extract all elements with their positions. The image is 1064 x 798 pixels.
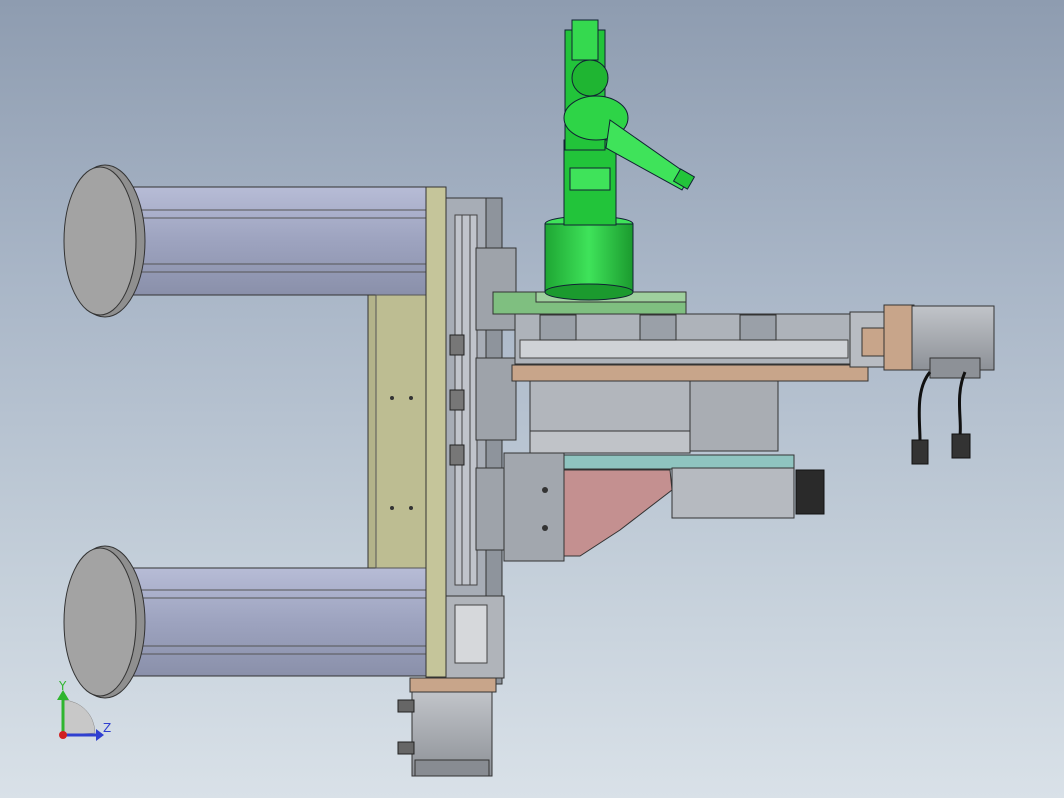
- upper-cylinder[interactable]: [63, 164, 431, 318]
- y-axis-label: Y: [58, 679, 67, 693]
- carriage-block[interactable]: [503, 452, 825, 562]
- triad-quadrant: [62, 699, 96, 736]
- horizontal-axis-motor[interactable]: [849, 304, 995, 465]
- z-axis-label: Z: [103, 721, 111, 735]
- x-axis-dot: [59, 731, 67, 739]
- assembly-model-view[interactable]: Y Z: [0, 0, 1064, 798]
- horizontal-linear-axis[interactable]: [511, 313, 869, 454]
- robot-arm[interactable]: [544, 19, 696, 301]
- cad-viewport[interactable]: Y Z: [0, 0, 1064, 798]
- lower-cylinder[interactable]: [63, 545, 431, 699]
